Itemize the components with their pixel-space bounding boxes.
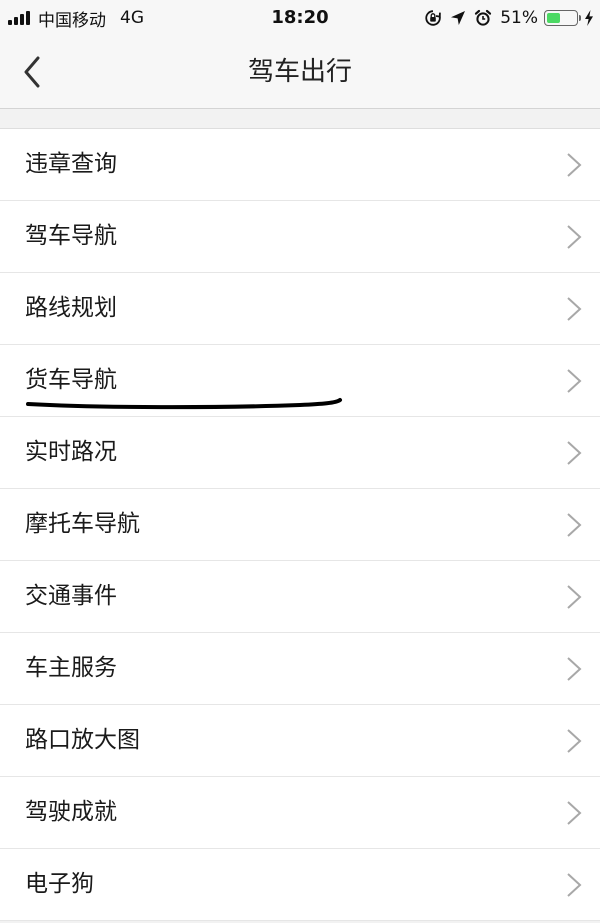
- menu-item-label: 交通事件: [25, 583, 117, 609]
- menu-item-label: 实时路况: [25, 439, 117, 465]
- chevron-right-icon: [567, 513, 582, 537]
- chevron-left-icon: [24, 56, 40, 88]
- menu-item-label: 驾车导航: [25, 223, 117, 249]
- chevron-right-icon: [567, 297, 582, 321]
- menu-item-live-traffic[interactable]: 实时路况: [0, 417, 600, 489]
- menu-item-violation-query[interactable]: 违章查询: [0, 129, 600, 201]
- menu-item-label: 路线规划: [25, 295, 117, 321]
- page-title: 驾车出行: [247, 57, 352, 87]
- menu-item-label: 驾驶成就: [25, 799, 117, 825]
- battery-percent: 51%: [500, 8, 538, 28]
- menu-item-drive-navigation[interactable]: 驾车导航: [0, 201, 600, 273]
- menu-item-label: 路口放大图: [25, 727, 140, 753]
- chevron-right-icon: [567, 225, 582, 249]
- menu-item-label: 车主服务: [25, 655, 117, 681]
- menu-item-label: 电子狗: [25, 871, 94, 897]
- menu-item-speed-camera-alert[interactable]: 电子狗: [0, 849, 600, 921]
- location-arrow-icon: [450, 10, 466, 26]
- chevron-right-icon: [567, 153, 582, 177]
- back-button[interactable]: [10, 50, 54, 94]
- battery-icon: [544, 10, 581, 26]
- menu-item-driving-achievements[interactable]: 驾驶成就: [0, 777, 600, 849]
- chevron-right-icon: [567, 729, 582, 753]
- menu-item-junction-view[interactable]: 路口放大图: [0, 705, 600, 777]
- status-right: 51%: [424, 0, 594, 36]
- orientation-lock-icon: [424, 9, 442, 27]
- menu-item-route-planning[interactable]: 路线规划: [0, 273, 600, 345]
- charging-bolt-icon: [584, 10, 594, 26]
- menu-item-label: 违章查询: [25, 151, 117, 177]
- menu-item-owner-services[interactable]: 车主服务: [0, 633, 600, 705]
- chevron-right-icon: [567, 369, 582, 393]
- alarm-icon: [474, 9, 492, 27]
- menu-item-truck-navigation[interactable]: 货车导航: [0, 345, 600, 417]
- menu-item-motorcycle-navigation[interactable]: 摩托车导航: [0, 489, 600, 561]
- menu-item-traffic-events[interactable]: 交通事件: [0, 561, 600, 633]
- navigation-bar: 驾车出行: [0, 36, 600, 109]
- chevron-right-icon: [567, 657, 582, 681]
- chevron-right-icon: [567, 441, 582, 465]
- status-bar: 中国移动 4G 18:20 51%: [0, 0, 600, 36]
- chevron-right-icon: [567, 873, 582, 897]
- menu-item-label: 摩托车导航: [25, 511, 140, 537]
- menu-item-label: 货车导航: [25, 367, 117, 393]
- chevron-right-icon: [567, 801, 582, 825]
- chevron-right-icon: [567, 585, 582, 609]
- battery-level-fill: [547, 13, 560, 23]
- menu-list: 违章查询 驾车导航 路线规划 货车导航 实时路况 摩托车导航 交通事件 车主服务…: [0, 128, 600, 921]
